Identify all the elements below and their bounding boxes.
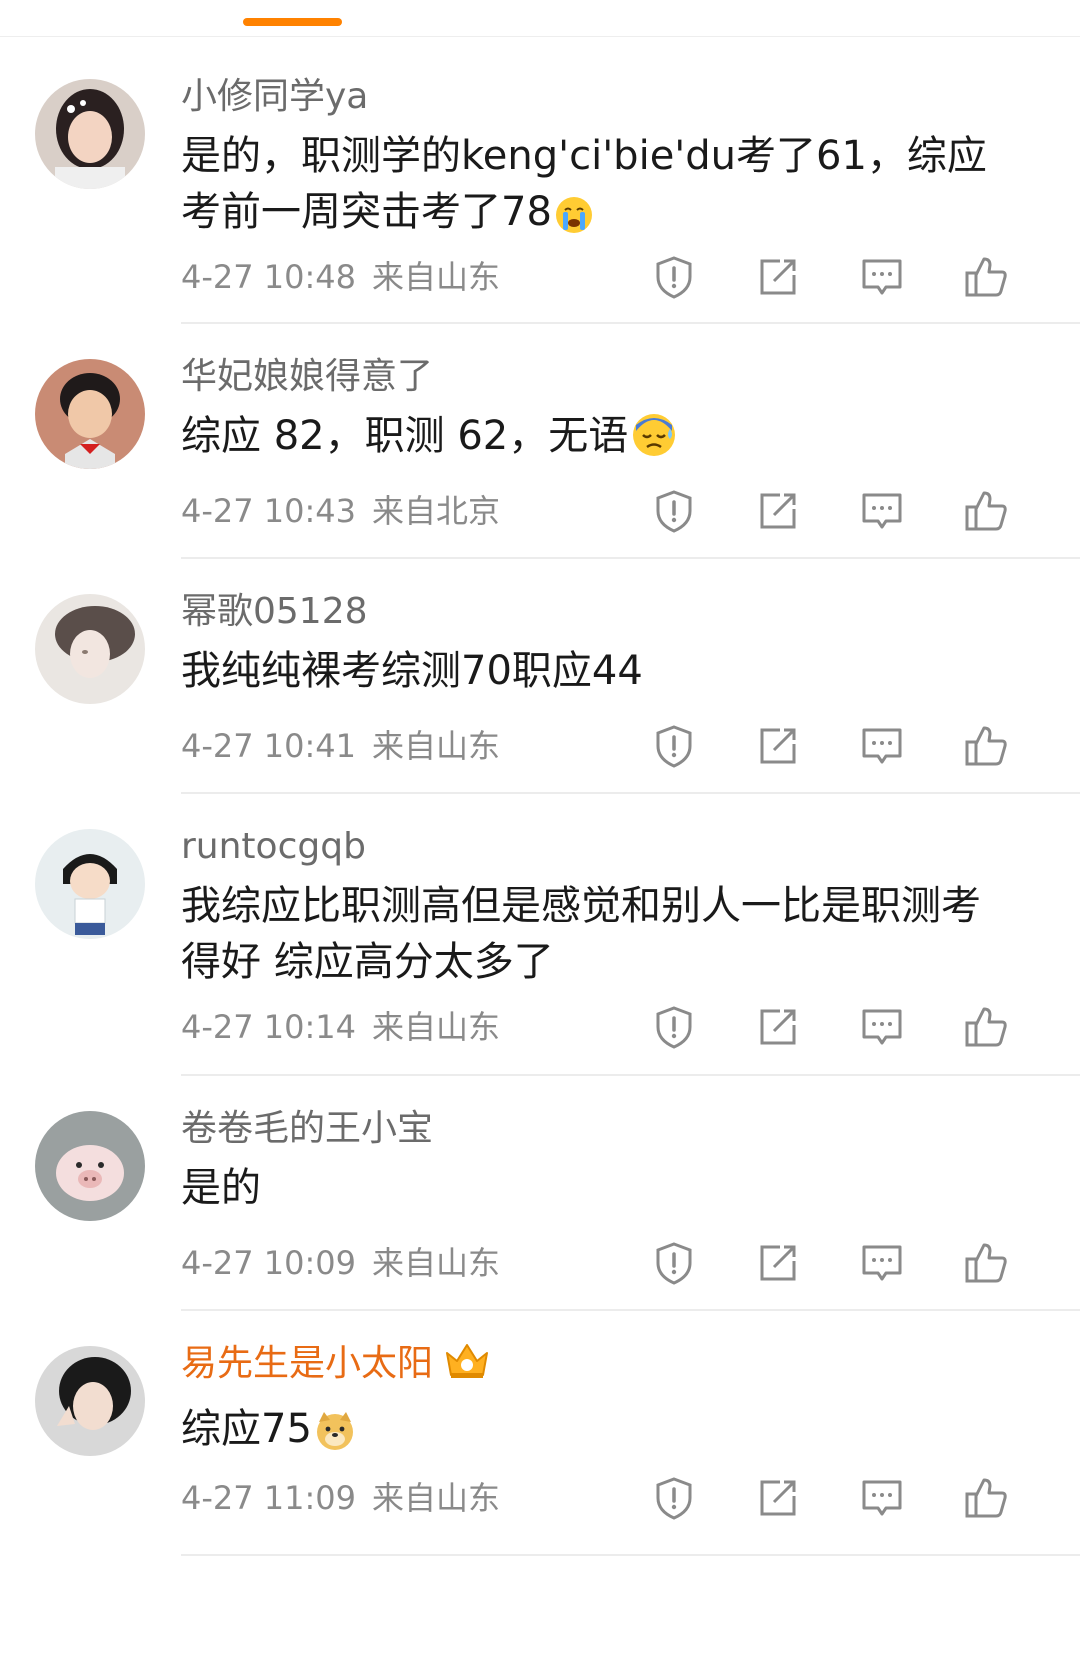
comment-item: 幂歌05128 我纯纯裸考综测70职应44 4-27 10:41 来自山东 (0, 559, 1080, 794)
avatar[interactable] (35, 359, 145, 469)
comment-actions (650, 487, 1050, 535)
timestamp: 4-27 10:14 (181, 1008, 357, 1046)
anxious-sweat-face-icon (630, 411, 678, 474)
like-icon[interactable] (962, 1003, 1010, 1051)
share-icon[interactable] (754, 1239, 802, 1287)
comment-text: 是的，职测学的keng'ci'bie'du考了61，综应考前一周突击考了78 (181, 128, 1011, 250)
comment-text: 是的 (181, 1165, 261, 1211)
comment-actions (650, 1474, 1050, 1522)
username[interactable]: 易先生是小太阳 (181, 1341, 1060, 1393)
comment-meta: 4-27 11:09 来自山东 (181, 1478, 500, 1518)
active-tab-indicator (243, 18, 342, 26)
divider (181, 1554, 1080, 1556)
comment-meta: 4-27 10:48 来自山东 (181, 257, 500, 297)
avatar[interactable] (35, 829, 145, 939)
avatar[interactable] (35, 594, 145, 704)
share-icon[interactable] (754, 487, 802, 535)
report-icon[interactable] (650, 487, 698, 535)
report-icon[interactable] (650, 1239, 698, 1287)
comment-actions (650, 722, 1050, 770)
comment-actions (650, 1003, 1050, 1051)
share-icon[interactable] (754, 1474, 802, 1522)
comment-actions (650, 1239, 1050, 1287)
location: 来自山东 (372, 1244, 501, 1282)
avatar[interactable] (35, 1111, 145, 1221)
comment-item: runtocgqb 我综应比职测高但是感觉和别人一比是职测考得好 综应高分太多了… (0, 794, 1080, 1076)
top-tab-strip (0, 0, 1080, 37)
username[interactable]: 幂歌05128 (181, 589, 1060, 635)
location: 来自山东 (372, 1008, 501, 1046)
timestamp: 4-27 10:41 (181, 727, 357, 765)
timestamp: 4-27 10:48 (181, 258, 357, 296)
crown-badge-icon (443, 1341, 491, 1393)
reply-icon[interactable] (858, 1239, 906, 1287)
comment-text: 综应75 (181, 1401, 1011, 1467)
avatar[interactable] (35, 79, 145, 189)
location: 来自山东 (372, 258, 501, 296)
crying-face-icon (554, 194, 594, 250)
like-icon[interactable] (962, 253, 1010, 301)
like-icon[interactable] (962, 1474, 1010, 1522)
comment-meta: 4-27 10:43 来自北京 (181, 491, 500, 531)
comment-meta: 4-27 10:09 来自山东 (181, 1243, 500, 1283)
comment-item: 易先生是小太阳 综应75 4-27 11:09 来自山东 (0, 1311, 1080, 1556)
reply-icon[interactable] (858, 1474, 906, 1522)
like-icon[interactable] (962, 487, 1010, 535)
timestamp: 4-27 11:09 (181, 1479, 357, 1517)
comment-text: 我综应比职测高但是感觉和别人一比是职测考得好 综应高分太多了 (181, 883, 981, 985)
doge-face-icon (314, 1410, 356, 1467)
reply-icon[interactable] (858, 253, 906, 301)
avatar[interactable] (35, 1346, 145, 1456)
timestamp: 4-27 10:43 (181, 492, 357, 530)
report-icon[interactable] (650, 1003, 698, 1051)
like-icon[interactable] (962, 722, 1010, 770)
comment-list: 小修同学ya 是的，职测学的keng'ci'bie'du考了61，综应考前一周突… (0, 44, 1080, 1556)
reply-icon[interactable] (858, 487, 906, 535)
username[interactable]: 华妃娘娘得意了 (181, 354, 1060, 400)
comment-meta: 4-27 10:41 来自山东 (181, 726, 500, 766)
like-icon[interactable] (962, 1239, 1010, 1287)
comment-item: 卷卷毛的王小宝 是的 4-27 10:09 来自山东 (0, 1076, 1080, 1311)
comment-actions (650, 253, 1050, 301)
share-icon[interactable] (754, 253, 802, 301)
share-icon[interactable] (754, 1003, 802, 1051)
report-icon[interactable] (650, 1474, 698, 1522)
location: 来自北京 (372, 492, 501, 530)
username[interactable]: 卷卷毛的王小宝 (181, 1106, 1060, 1152)
reply-icon[interactable] (858, 722, 906, 770)
username[interactable]: runtocgqb (181, 824, 1060, 870)
reply-icon[interactable] (858, 1003, 906, 1051)
share-icon[interactable] (754, 722, 802, 770)
timestamp: 4-27 10:09 (181, 1244, 357, 1282)
comment-text: 我纯纯裸考综测70职应44 (181, 648, 643, 694)
report-icon[interactable] (650, 722, 698, 770)
report-icon[interactable] (650, 253, 698, 301)
location: 来自山东 (372, 1479, 501, 1517)
comment-text: 综应 82，职测 62，无语 (181, 408, 1011, 474)
comment-meta: 4-27 10:14 来自山东 (181, 1007, 500, 1047)
location: 来自山东 (372, 727, 501, 765)
comment-item: 小修同学ya 是的，职测学的keng'ci'bie'du考了61，综应考前一周突… (0, 44, 1080, 324)
username[interactable]: 小修同学ya (181, 74, 1060, 120)
comment-item: 华妃娘娘得意了 综应 82，职测 62，无语 4-27 10:43 来自北京 (0, 324, 1080, 559)
